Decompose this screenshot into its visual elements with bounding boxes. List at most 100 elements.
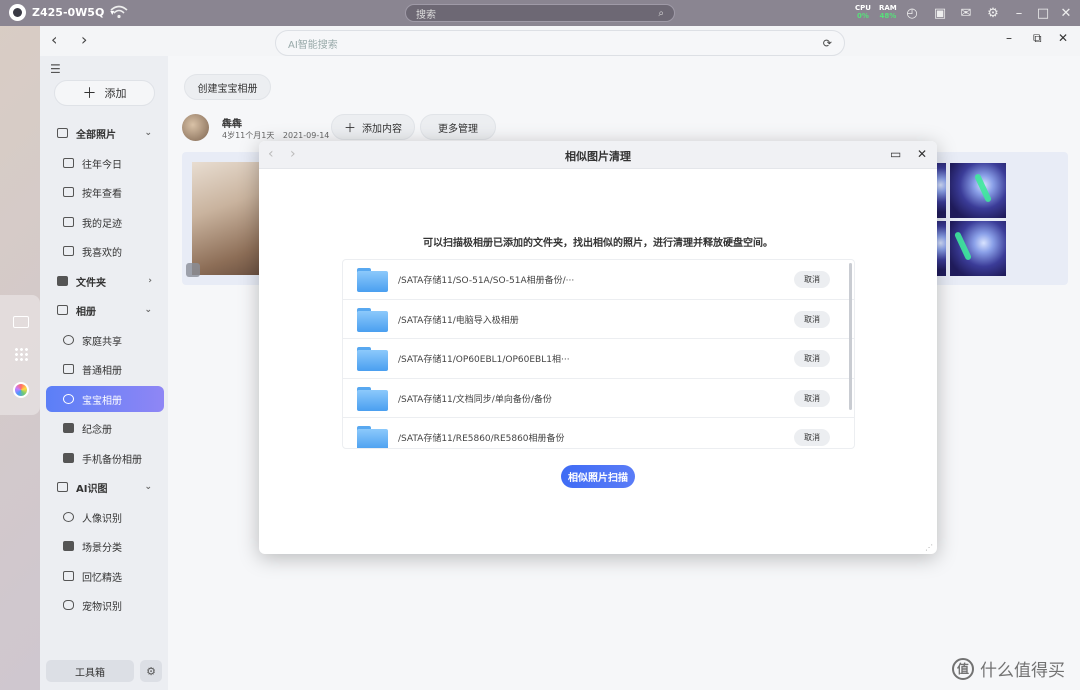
plus-icon: ＋ <box>343 120 356 135</box>
percent-icon[interactable]: ▣ <box>931 4 949 22</box>
folder-path: /SATA存储11/文档同步/单向备份/备份 <box>398 394 552 405</box>
mail-icon[interactable]: ✉ <box>957 4 975 22</box>
sidebar-item-label: 文件夹 <box>76 277 106 289</box>
dialog-maximize-icon[interactable]: ▭ <box>890 147 901 161</box>
toolbox-button[interactable]: 工具箱 <box>46 660 134 682</box>
image-icon <box>57 128 68 138</box>
desktop-icon[interactable] <box>10 311 32 333</box>
sidebar-item-by-year[interactable]: 按年查看 <box>46 179 164 205</box>
photo-thumbnail[interactable] <box>950 163 1006 218</box>
folder-icon <box>357 307 388 332</box>
image-badge-icon <box>186 263 200 277</box>
sidebar-item-label: 我的足迹 <box>82 218 122 230</box>
sidebar-item-label: 相册 <box>76 306 96 318</box>
cancel-button[interactable]: 取消 <box>794 310 830 328</box>
gear-icon[interactable]: ⚙ <box>984 4 1002 22</box>
device-menu[interactable]: Z425-0W5Q ▾ <box>9 4 114 21</box>
add-content-button[interactable]: ＋ 添加内容 <box>331 114 415 140</box>
sidebar-item-face-recognition[interactable]: 人像识别 <box>46 504 164 530</box>
sidebar-item-footprints[interactable]: 我的足迹 <box>46 209 164 235</box>
cancel-button[interactable]: 取消 <box>794 429 830 446</box>
global-search-placeholder: 搜索 <box>416 9 436 21</box>
forward-icon[interactable]: › <box>81 31 87 49</box>
scene-icon <box>63 541 74 551</box>
dialog-header: ‹ › 相似图片清理 ▭ ✕ <box>259 141 937 169</box>
ai-search-placeholder: AI智能搜索 <box>288 39 338 51</box>
create-baby-album-button[interactable]: 创建宝宝相册 <box>184 74 271 100</box>
baby-birthday: 2021-09-14 <box>282 131 330 140</box>
cancel-button[interactable]: 取消 <box>794 271 830 288</box>
baby-avatar[interactable] <box>182 114 209 141</box>
folder-icon <box>357 347 388 371</box>
sidebar-item-baby-album[interactable]: 宝宝相册 <box>46 386 164 412</box>
photo-app-icon[interactable] <box>10 379 32 401</box>
close-icon[interactable]: ✕ <box>1057 4 1075 22</box>
calendar-icon <box>63 158 74 168</box>
sidebar-item-albums[interactable]: 相册 ⌄ <box>46 297 164 323</box>
sidebar-item-all-photos[interactable]: 全部照片 ⌄ <box>46 120 164 146</box>
folder-list: /SATA存储11/SO-51A/SO-51A相册备份/··· 取消 /SATA… <box>342 259 855 449</box>
speedometer-icon[interactable]: ◴ <box>903 4 921 22</box>
photo-thumbnail[interactable] <box>192 162 262 275</box>
baby-icon <box>63 394 74 404</box>
sidebar-item-on-this-day[interactable]: 往年今日 <box>46 150 164 176</box>
album-icon <box>57 305 68 315</box>
folder-row: /SATA存储11/电脑导入极相册 取消 <box>343 300 854 339</box>
add-button[interactable]: ＋ 添加 <box>54 80 155 106</box>
global-search-input[interactable]: 搜索 ⌕ <box>405 4 675 22</box>
folder-path: /SATA存储11/电脑导入极相册 <box>398 315 519 326</box>
cancel-button[interactable]: 取消 <box>794 350 830 367</box>
more-manage-button[interactable]: 更多管理 <box>420 114 496 140</box>
sidebar-item-label: 手机备份相册 <box>82 454 142 466</box>
back-icon[interactable]: ‹ <box>51 31 57 49</box>
wifi-icon[interactable] <box>110 5 128 22</box>
window-minimize-icon[interactable]: – <box>1006 32 1012 44</box>
folder-icon <box>357 386 388 411</box>
watermark-badge: 值 <box>952 657 974 680</box>
similar-photo-scan-button[interactable]: 相似照片扫描 <box>561 465 635 488</box>
family-share-icon <box>63 335 74 345</box>
memory-icon <box>63 571 74 581</box>
apps-grid-icon[interactable] <box>10 343 32 365</box>
sidebar-item-pet-recognition[interactable]: 宠物识别 <box>46 592 164 618</box>
pet-icon <box>63 600 74 610</box>
cancel-button[interactable]: 取消 <box>794 389 830 407</box>
sidebar-item-scene-classification[interactable]: 场景分类 <box>46 533 164 559</box>
minimize-icon[interactable]: – <box>1010 4 1028 22</box>
ai-refresh-icon[interactable]: ⟳ <box>823 37 832 50</box>
sidebar-item-folders[interactable]: 文件夹 › <box>46 268 164 294</box>
resize-handle-icon[interactable]: ⋰ <box>925 543 933 552</box>
ai-search-input[interactable]: AI智能搜索 ⟳ <box>275 30 845 56</box>
maximize-icon[interactable]: □ <box>1034 4 1052 22</box>
chevron-down-icon: ⌄ <box>144 128 152 138</box>
sidebar-item-phone-backup[interactable]: 手机备份相册 <box>46 445 164 471</box>
settings-gear-icon[interactable]: ⚙ <box>140 660 162 682</box>
sidebar-item-normal-albums[interactable]: 普通相册 <box>46 356 164 382</box>
heart-book-icon <box>63 423 74 433</box>
collapse-sidebar-icon[interactable]: ☰ <box>50 62 61 76</box>
cpu-value: 0% <box>857 12 869 20</box>
sidebar-item-ai-recognition[interactable]: AI识图 ⌄ <box>46 474 164 500</box>
window-close-icon[interactable]: ✕ <box>1058 32 1068 44</box>
photo-thumbnail[interactable] <box>950 221 1006 276</box>
sidebar-item-label: 纪念册 <box>82 424 112 436</box>
folder-icon <box>357 268 388 292</box>
dialog-title: 相似图片清理 <box>565 150 631 163</box>
dialog-close-icon[interactable]: ✕ <box>917 147 927 161</box>
ram-value: 48% <box>879 12 897 20</box>
sidebar-item-label: 回忆精选 <box>82 572 122 584</box>
create-baby-album-label: 创建宝宝相册 <box>197 83 258 95</box>
sidebar-item-memorial-book[interactable]: 纪念册 <box>46 415 164 441</box>
baby-info: 4岁11个月1天 2021-09-14 <box>222 130 329 141</box>
folder-row: /SATA存储11/RE5860/RE5860相册备份 取消 <box>343 418 854 448</box>
folder-icon <box>357 426 388 448</box>
window-restore-icon[interactable]: ⧉ <box>1033 32 1042 44</box>
folder-row: /SATA存储11/文档同步/单向备份/备份 取消 <box>343 379 854 418</box>
folder-path: /SATA存储11/RE5860/RE5860相册备份 <box>398 434 565 444</box>
sidebar-item-label: 场景分类 <box>82 542 122 554</box>
sidebar-item-label: 宠物识别 <box>82 601 122 613</box>
sidebar-item-family-share[interactable]: 家庭共享 <box>46 327 164 353</box>
folder-list-scrollbar[interactable] <box>849 263 852 410</box>
sidebar-item-favorites[interactable]: 我喜欢的 <box>46 238 164 264</box>
sidebar-item-memories[interactable]: 回忆精选 <box>46 563 164 589</box>
